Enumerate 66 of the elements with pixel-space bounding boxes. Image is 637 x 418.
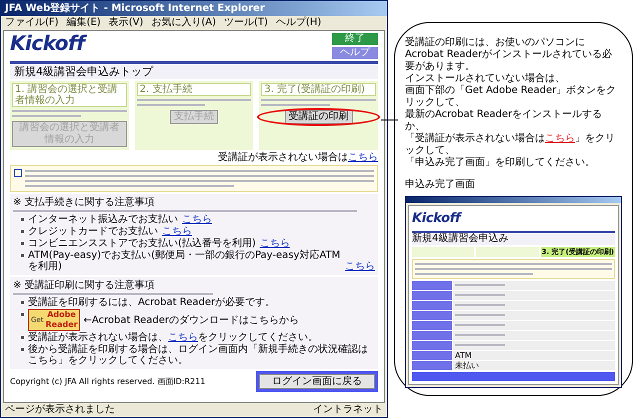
field-label: [412, 350, 452, 360]
note-text: 受講証が表示されない場合は、こちら をクリックしてください。: [28, 332, 318, 343]
link[interactable]: こちら: [348, 152, 378, 163]
field-label: [412, 320, 452, 330]
help-text: 受講証が表示されない場合は: [218, 152, 348, 163]
back-to-login-button[interactable]: ログイン画面に戻る: [259, 374, 375, 389]
field-label: [412, 280, 452, 290]
note-text: 受講証を印刷するには、Acrobat Readerが必要です。: [28, 297, 276, 308]
field-value: ATM: [453, 350, 615, 360]
menu-item[interactable]: 表示(V): [108, 16, 144, 30]
bullet-icon: [21, 348, 24, 351]
step-title: 2. 支払手続: [136, 83, 252, 96]
status-zone: イントラネット: [313, 403, 383, 417]
page-title: 新規4級講習会申込みトップ: [10, 61, 378, 79]
bullet-icon: [21, 254, 24, 257]
callout-text: 最新のAcrobat Readerをインストールするか、: [405, 109, 604, 132]
link[interactable]: こちら: [182, 214, 212, 225]
section-heading: ※ 受講証印刷に関する注意事項: [13, 280, 156, 291]
link[interactable]: こちら: [345, 261, 375, 272]
link[interactable]: こちら: [545, 133, 575, 144]
payment-method: クレジットカードでお支払い: [28, 226, 158, 237]
field-label: [412, 340, 452, 350]
field-label: [412, 290, 452, 300]
bullet-icon: [21, 230, 24, 233]
bullet-icon: [21, 242, 24, 245]
callout-text: Acrobat Readerがインストールされている必要があります。: [405, 49, 614, 73]
menu-item[interactable]: ツール(T): [224, 16, 268, 30]
link[interactable]: こちら: [260, 238, 290, 249]
menu-item[interactable]: ファイル(F): [5, 16, 59, 30]
callout-text: 「受講証が表示されない場合はこちら」をクリックして、: [405, 133, 616, 156]
section-heading: ※ 支払手続きに関する注意事項: [13, 197, 156, 208]
window-title: JFA Web登録サイト - Microsoft Internet Explorer: [1, 1, 387, 16]
payment-method: ATM(Pay-easy)でお支払い(郵便局・一部の銀行のPay-easy対応ATMを利用): [28, 250, 341, 272]
link[interactable]: こちら: [162, 226, 192, 237]
page-title: 新規4級講習会申込み: [412, 230, 615, 244]
menu-item[interactable]: 編集(E): [66, 16, 101, 30]
field-value: 未払い: [453, 360, 615, 370]
bullet-icon: [21, 313, 24, 316]
menu-item[interactable]: お気に入り(A): [151, 16, 216, 30]
step-button[interactable]: 受講証の印刷: [284, 110, 353, 124]
field-label: [412, 300, 452, 310]
logo: Kickoff: [412, 210, 463, 228]
payment-method: コンビニエンスストアでお支払い(払込番号を利用): [28, 238, 256, 249]
step-title: 3. 完了(受講証の印刷): [261, 83, 376, 96]
copyright: Copyright (c) JFA All rights reserved. 画面ID:R211: [10, 376, 206, 387]
note-text: 後から受講証を印刷する場合は、ログイン画面内「新規手続きの状況確認はこちら」をクリックしてください。: [28, 344, 369, 366]
callout-text: 画面下部の「Get Adobe Reader」ボタンをクリックして、: [405, 85, 618, 108]
status-text: ページが表示されました: [5, 403, 115, 417]
bullet-icon: [21, 301, 24, 304]
header-button[interactable]: 終了: [332, 33, 378, 45]
field-label: [412, 360, 452, 370]
caption: 申込み完了画面: [405, 178, 476, 192]
note-text: ←Acrobat Readerのダウンロードはこちらから: [83, 314, 300, 326]
callout-text: 「申込み完了画面」を印刷してください。: [405, 157, 596, 169]
callout-text: インストールされていない場合は、: [405, 73, 566, 84]
field-label: [412, 310, 452, 320]
step-title: 1. 講習会の選択と受講者情報の入力: [12, 83, 127, 107]
field-label: [412, 330, 452, 340]
payment-method: インターネット振込みでお支払い: [28, 214, 178, 225]
logo: Kickoff: [10, 33, 84, 54]
callout-text: 受講証の印刷には、お使いのパソコンに: [405, 37, 586, 49]
bullet-icon: [21, 218, 24, 221]
link[interactable]: こちら: [168, 332, 198, 343]
menu-item[interactable]: ヘルプ(H): [276, 16, 322, 30]
info-icon: [14, 169, 22, 177]
bullet-icon: [21, 336, 24, 339]
